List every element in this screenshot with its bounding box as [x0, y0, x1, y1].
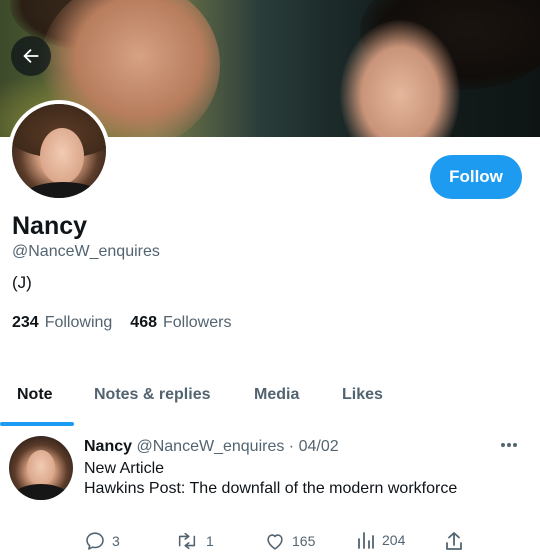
tab-likes[interactable]: Likes	[342, 386, 383, 404]
share-icon	[446, 532, 462, 550]
like-count: 165	[292, 533, 316, 549]
tweet-author-name[interactable]: Nancy	[84, 438, 132, 455]
tweet[interactable]: Nancy @NanceW_enquires · 04/02 New Artic…	[0, 426, 534, 558]
back-arrow-icon	[23, 48, 39, 64]
followers-link[interactable]: 468 Followers	[130, 314, 231, 332]
more-icon	[501, 443, 517, 447]
tweet-header: Nancy @NanceW_enquires · 04/02	[84, 438, 339, 456]
tab-media[interactable]: Media	[254, 386, 299, 404]
followers-count: 468	[130, 314, 157, 331]
reply-button[interactable]: 3	[84, 530, 120, 552]
profile-name: Nancy	[12, 212, 88, 240]
profile-handle: @NanceW_enquires	[12, 243, 160, 260]
following-label: Following	[44, 314, 113, 331]
followers-label: Followers	[163, 314, 232, 331]
views-button[interactable]: 204	[356, 530, 405, 550]
retweet-icon	[178, 532, 196, 550]
following-count: 234	[12, 314, 39, 331]
profile-avatar[interactable]	[8, 100, 110, 202]
views-icon	[358, 532, 374, 549]
tweet-actions: 3 1 165 204	[84, 530, 474, 554]
retweet-count: 1	[206, 533, 214, 549]
more-button[interactable]	[498, 436, 520, 454]
tweet-meta: @NanceW_enquires · 04/02	[136, 438, 339, 455]
tweet-avatar[interactable]	[9, 436, 73, 500]
share-button[interactable]	[444, 530, 464, 552]
profile-tabs: Note Notes & replies Media Likes	[0, 374, 534, 426]
like-button[interactable]: 165	[264, 530, 315, 552]
tweet-text-line1: New Article	[84, 460, 165, 477]
follow-stats: 234 Following 468 Followers	[12, 314, 231, 332]
tab-notes-replies[interactable]: Notes & replies	[94, 386, 210, 404]
profile-bio: (J)	[12, 273, 32, 292]
following-link[interactable]: 234 Following	[12, 314, 112, 332]
reply-icon	[86, 532, 104, 550]
retweet-button[interactable]: 1	[174, 530, 214, 552]
back-button[interactable]	[11, 36, 51, 76]
tweet-text-line2: Hawkins Post: The downfall of the modern…	[84, 480, 458, 497]
tab-note[interactable]: Note	[17, 386, 53, 404]
like-icon	[267, 534, 283, 550]
views-count: 204	[382, 532, 406, 548]
follow-button[interactable]: Follow	[430, 155, 522, 199]
reply-count: 3	[112, 533, 120, 549]
